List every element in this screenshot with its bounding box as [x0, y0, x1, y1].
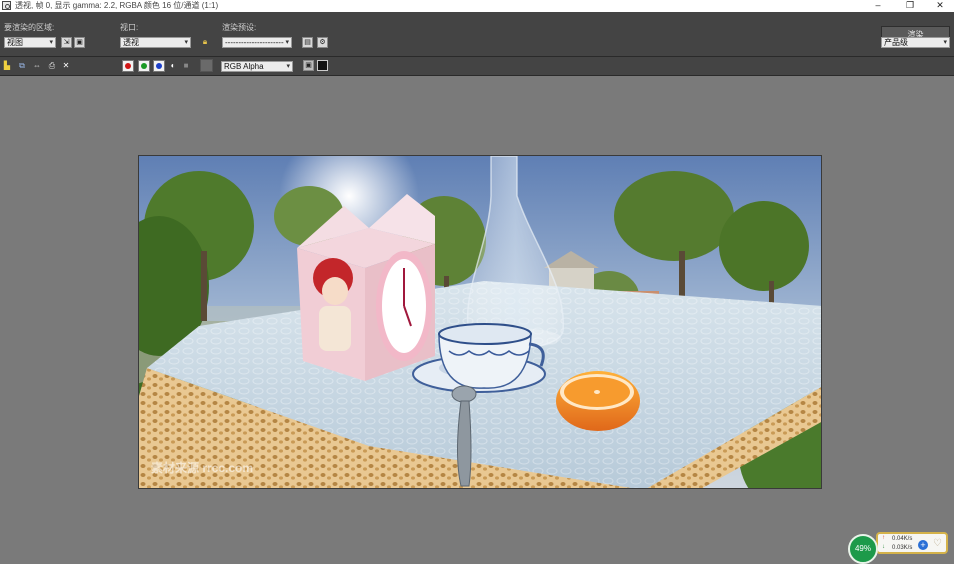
toolbar-divider [0, 75, 954, 76]
blue-dot-icon [156, 63, 162, 69]
chevron-down-icon: ▾ [285, 39, 289, 46]
download-speed: 0.03K/s [892, 545, 913, 551]
restore-icon[interactable]: ❐ [895, 0, 925, 12]
render-settings-toolbar: 要渲染的区域: 视图 ▾ ⇲ ▣ 视口: 透视 ▾ 🔒︎ 渲染预设: -------… [0, 12, 954, 56]
clone-window-icon[interactable]: ⇔ [32, 61, 42, 71]
area-select[interactable]: 视图 ▾ [4, 37, 56, 48]
green-dot-icon [141, 63, 147, 69]
edit-region-icon[interactable]: ⇲ [61, 37, 72, 48]
save-image-icon[interactable]: ▙ [2, 61, 12, 71]
upload-speed: 0.04K/s [892, 536, 913, 542]
swatch-color-box[interactable] [200, 59, 213, 72]
frame-buffer-toolbar: ▙ ⧉ ⇔ ⎙ ✕ ◐ ■ RGB Alpha ▾ ▣ [0, 57, 954, 75]
heart-icon[interactable]: ♡ [933, 538, 942, 549]
red-dot-icon [125, 63, 131, 69]
chevron-down-icon: ▾ [49, 39, 53, 46]
green-channel-toggle[interactable] [138, 60, 150, 72]
display-alpha-icon[interactable]: ▣ [303, 60, 314, 71]
rendered-image: 素材来源 rrcc.com [138, 155, 822, 489]
environment-gear-icon[interactable]: ⚙ [317, 37, 328, 48]
quality-select[interactable]: 产品级 ▾ [881, 37, 950, 48]
network-speed-widget[interactable]: ↑ 0.04K/s ↓ 0.03K/s + ♡ 49% [848, 531, 950, 564]
toggle-ui-icon[interactable] [317, 60, 328, 71]
preset-select[interactable]: ---------------------- ▾ [222, 37, 292, 48]
chevron-down-icon: ▾ [286, 63, 290, 70]
plus-icon[interactable]: + [918, 540, 928, 550]
speed-box: ↑ 0.04K/s ↓ 0.03K/s + ♡ [876, 532, 948, 554]
blue-channel-toggle[interactable] [153, 60, 165, 72]
alpha-half-circle-icon[interactable]: ◐ [168, 61, 178, 71]
app-icon [2, 1, 11, 10]
copy-image-icon[interactable]: ⧉ [17, 61, 27, 71]
window-title: 透视, 帧 0, 显示 gamma: 2.2, RGBA 颜色 16 位/通道 … [15, 1, 219, 10]
viewport-label: 视口: [120, 23, 139, 32]
download-arrow-icon: ↓ [882, 544, 885, 550]
minimize-icon[interactable]: – [863, 0, 893, 12]
chevron-down-icon: ▾ [184, 39, 188, 46]
close-icon[interactable]: ✕ [925, 0, 954, 12]
watermark-text: 素材来源 rrcc.com [151, 460, 253, 475]
lock-icon[interactable]: 🔒︎ [200, 37, 210, 47]
print-icon[interactable]: ⎙ [47, 61, 57, 71]
chevron-down-icon: ▾ [943, 39, 947, 46]
render-scene-illustration: 素材来源 rrcc.com [139, 156, 821, 488]
viewport-select[interactable]: 透视 ▾ [120, 37, 191, 48]
upload-arrow-icon: ↑ [882, 535, 885, 541]
title-bar: 透视, 帧 0, 显示 gamma: 2.2, RGBA 颜色 16 位/通道 … [0, 0, 954, 12]
area-label: 要渲染的区域: [4, 23, 55, 32]
red-channel-toggle[interactable] [122, 60, 134, 72]
channel-select[interactable]: RGB Alpha ▾ [221, 61, 293, 72]
clear-icon[interactable]: ✕ [61, 61, 71, 71]
auto-region-icon[interactable]: ▣ [74, 37, 85, 48]
render-setup-icon[interactable]: ▤ [302, 37, 313, 48]
monochrome-icon[interactable]: ■ [181, 61, 191, 71]
preset-label: 渲染预设: [222, 23, 257, 32]
